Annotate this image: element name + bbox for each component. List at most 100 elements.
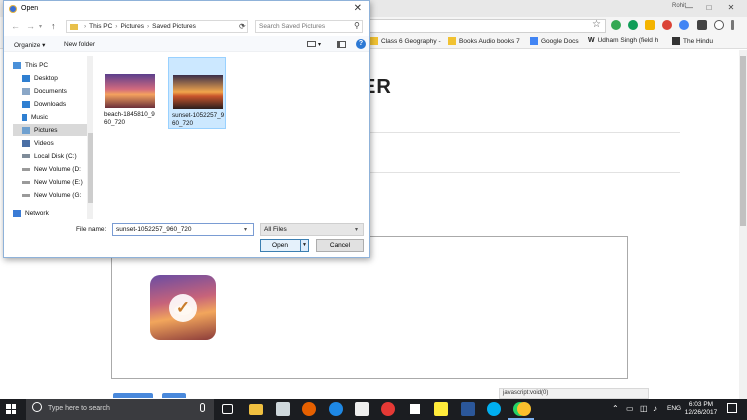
nav-item-videos[interactable]: Videos (13, 137, 89, 149)
organize-button[interactable]: Organize ▾ (14, 41, 45, 49)
volume-icon[interactable]: ♪ (653, 404, 657, 413)
opera-icon[interactable] (381, 402, 395, 416)
network-icon (13, 209, 21, 217)
nav-item-desktop[interactable]: Desktop (13, 72, 89, 84)
cancel-button[interactable]: Cancel (316, 239, 364, 252)
dialog-address-bar[interactable]: › This PC › Pictures › Saved Pictures ▾ (66, 20, 248, 33)
file-type-select[interactable]: All Files (260, 223, 364, 236)
extension-icon[interactable] (611, 20, 621, 30)
minimize-button[interactable]: — (680, 2, 698, 14)
bookmark-item[interactable]: W Udham Singh (field h (588, 37, 658, 44)
chevron-down-icon[interactable]: ▾ (244, 226, 247, 233)
music-icon (22, 113, 27, 121)
dialog-title-bar (4, 1, 369, 18)
nav-item-network[interactable]: Network (13, 207, 89, 219)
firefox-icon[interactable] (302, 402, 316, 416)
extension-icon[interactable] (697, 20, 707, 30)
file-name: sunset-1052257_960_720 (172, 112, 225, 127)
word-icon[interactable] (461, 402, 475, 416)
nav-item-new-volume-d[interactable]: New Volume (D: (13, 163, 89, 175)
menu-icon[interactable] (731, 20, 734, 30)
extension-icon[interactable] (662, 20, 672, 30)
chrome-icon (9, 5, 17, 13)
nav-item-new-volume-g[interactable]: New Volume (G: (13, 189, 89, 201)
file-name-input[interactable] (112, 223, 254, 236)
extension-icon[interactable] (645, 20, 655, 30)
folder-icon (448, 37, 456, 45)
breadcrumb-pictures[interactable]: Pictures (120, 23, 143, 30)
clock-extension-icon[interactable] (714, 20, 724, 30)
extension-icon[interactable] (679, 20, 689, 30)
refresh-icon[interactable]: ⟳ (239, 22, 246, 31)
search-input[interactable] (255, 20, 363, 33)
battery-icon[interactable]: ▭ (626, 404, 634, 413)
chevron-down-icon[interactable]: ▾ (318, 41, 321, 48)
page-button[interactable] (162, 393, 186, 398)
nav-item-music[interactable]: Music (13, 111, 89, 123)
new-folder-button[interactable]: New folder (64, 41, 95, 48)
page-scrollbar-thumb[interactable] (740, 56, 746, 226)
file-item-selected[interactable]: sunset-1052257_960_720 (168, 57, 226, 129)
store-icon[interactable] (276, 402, 290, 416)
breadcrumb-saved-pictures[interactable]: Saved Pictures (152, 23, 196, 30)
recent-locations-icon[interactable]: ▾ (39, 23, 42, 30)
chevron-down-icon[interactable]: ▾ (355, 226, 358, 233)
bookmark-item[interactable]: Books Audio books 7 (448, 37, 520, 45)
breadcrumb-this-pc[interactable]: This PC (89, 23, 112, 30)
nav-item-new-volume-e[interactable]: New Volume (E:) (13, 176, 89, 188)
bookmark-item[interactable]: Class 6 Geography - (370, 37, 441, 45)
bookmark-item[interactable]: Google Docs (530, 37, 579, 45)
newspaper-icon (672, 37, 680, 45)
help-icon[interactable]: ? (356, 39, 366, 49)
address-bar[interactable] (366, 19, 606, 33)
language-indicator[interactable]: ENG (667, 405, 681, 412)
navigation-pane: This PC Desktop Documents Downloads Musi… (13, 56, 89, 219)
search-icon (32, 402, 42, 412)
open-options-button[interactable]: ▼ (300, 239, 309, 252)
folder-icon (370, 37, 378, 45)
notification-icon[interactable] (727, 403, 737, 413)
search-icon: ⚲ (354, 21, 360, 30)
photos-icon[interactable] (408, 402, 422, 416)
page-button[interactable] (113, 393, 153, 398)
maximize-button[interactable]: □ (700, 2, 718, 14)
nav-item-this-pc[interactable]: This PC (13, 59, 89, 71)
view-options-icon[interactable] (307, 41, 316, 47)
nav-item-local-disk-c[interactable]: Local Disk (C:) (13, 150, 89, 162)
dialog-title: Open (21, 5, 39, 12)
drive-icon (22, 167, 30, 171)
pictures-icon (22, 126, 30, 134)
forward-arrow-icon[interactable]: → (26, 21, 35, 31)
back-arrow-icon[interactable]: ← (11, 21, 20, 31)
nav-item-pictures[interactable]: Pictures (13, 124, 89, 136)
file-explorer-icon[interactable] (249, 404, 263, 415)
microphone-icon[interactable] (200, 403, 205, 412)
chrome-icon[interactable] (517, 402, 531, 416)
drive-icon (22, 180, 30, 184)
taskbar-clock[interactable]: 6:03 PM 12/26/2017 (683, 401, 719, 417)
bookmark-item[interactable]: The Hindu (672, 37, 713, 45)
close-icon[interactable]: ✕ (354, 3, 362, 14)
nav-pane-scrollbar-thumb[interactable] (88, 133, 93, 203)
camera-icon[interactable] (355, 402, 369, 416)
network-icon[interactable]: ◫ (640, 404, 648, 413)
extension-icon[interactable] (628, 20, 638, 30)
wikipedia-icon: W (588, 37, 595, 44)
up-arrow-icon[interactable]: ↑ (51, 21, 56, 31)
bookmark-star-icon[interactable]: ☆ (592, 19, 601, 30)
close-window-button[interactable]: ✕ (722, 2, 740, 14)
desktop-icon (22, 74, 30, 82)
sticky-notes-icon[interactable] (434, 402, 448, 416)
file-item[interactable]: beach-1845810_960_720 (101, 57, 159, 129)
nav-item-documents[interactable]: Documents (13, 85, 89, 97)
checkmark-icon: ✓ (169, 294, 197, 322)
nav-item-downloads[interactable]: Downloads (13, 98, 89, 110)
preview-pane-icon[interactable] (337, 41, 346, 48)
show-hidden-icons-icon[interactable]: ⌃ (612, 404, 619, 413)
image-thumbnail (105, 74, 155, 108)
status-bubble: javascript:void(0) (499, 388, 649, 399)
windows-start-icon[interactable] (6, 404, 16, 414)
file-name-label: File name: (76, 226, 107, 233)
edge-icon[interactable] (329, 402, 343, 416)
task-view-icon[interactable] (222, 404, 233, 414)
